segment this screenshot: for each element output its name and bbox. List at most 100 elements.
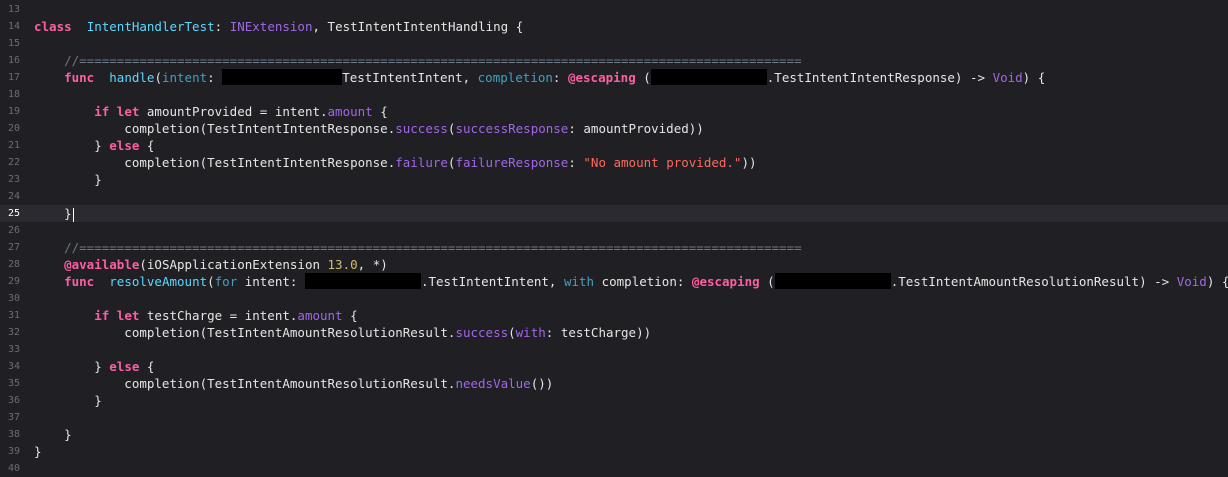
line-number: 27 (7, 242, 20, 253)
code-line[interactable]: 40 (0, 460, 1228, 477)
code-token: : testCharge)) (545, 325, 652, 340)
code-line[interactable]: 31 if let testCharge = intent.amount { (0, 307, 1228, 324)
code-token: func (64, 70, 95, 85)
line-number: 23 (7, 174, 20, 185)
code-token: ) { (1022, 70, 1046, 85)
code-token: Void (1176, 274, 1207, 289)
code-token: failureResponse (455, 155, 569, 170)
code-token: : amountProvided)) (568, 121, 704, 136)
code-token: success (395, 121, 448, 136)
code-token: intent (161, 70, 208, 85)
code-token: ( (508, 325, 516, 340)
code-line[interactable]: 16 //===================================… (0, 52, 1228, 69)
code-line[interactable]: 35 completion(TestIntentAmountResolution… (0, 375, 1228, 392)
code-line[interactable]: 18 (0, 86, 1228, 103)
code-line[interactable]: 13 (0, 1, 1228, 18)
code-token: 13.0 (327, 257, 358, 272)
redacted-block (304, 273, 421, 289)
code-token: : (207, 70, 223, 85)
code-line[interactable]: 32 completion(TestIntentAmountResolution… (0, 324, 1228, 341)
code-line[interactable]: 14 class IntentHandlerTest: INExtension, … (0, 18, 1228, 35)
redacted-block (774, 273, 891, 289)
code-line[interactable]: 38 } (0, 426, 1228, 443)
code-line[interactable]: 22 completion(TestIntentIntentResponse.f… (0, 154, 1228, 171)
line-number: 33 (7, 344, 20, 355)
code-text: //======================================… (34, 52, 802, 69)
code-line[interactable]: 15 (0, 35, 1228, 52)
code-text: @available(iOSApplicationExtension 13.0,… (34, 256, 388, 273)
code-token: @escaping (567, 70, 636, 85)
code-text: completion(TestIntentIntentResponse.succ… (34, 120, 704, 137)
code-line[interactable]: 36 } (0, 392, 1228, 409)
code-token: (iOSApplicationExtension (139, 257, 328, 272)
code-line[interactable]: 19 if let amountProvided = intent.amount… (0, 103, 1228, 120)
code-token: ( (635, 70, 651, 85)
code-token: //======================================… (64, 240, 802, 255)
code-line[interactable]: 20 completion(TestIntentIntentResponse.s… (0, 120, 1228, 137)
code-text: completion(TestIntentAmountResolutionRes… (34, 324, 651, 341)
line-number: 21 (7, 140, 20, 151)
code-text: if let testCharge = intent.amount { (34, 307, 357, 324)
line-number: 24 (7, 191, 20, 202)
code-line[interactable]: 23 } (0, 171, 1228, 188)
code-line[interactable]: 21 } else { (0, 137, 1228, 154)
code-token: ) { (1206, 274, 1228, 289)
line-number: 14 (7, 21, 20, 32)
code-line[interactable]: 26 (0, 222, 1228, 239)
code-text: } (34, 205, 74, 222)
line-number: 31 (7, 310, 20, 321)
code-token: ( (154, 70, 162, 85)
redacted-block (222, 69, 343, 85)
code-token: if let (94, 308, 140, 323)
line-number: 29 (7, 276, 20, 287)
code-token: failure (395, 155, 448, 170)
line-number: 25 (7, 208, 20, 219)
code-line[interactable]: 28 @available(iOSApplicationExtension 13… (0, 256, 1228, 273)
code-token: , TestIntentIntentHandling { (312, 19, 524, 34)
line-number: 26 (7, 225, 20, 236)
code-token: testCharge = intent. (139, 308, 298, 323)
code-token: handle (109, 70, 155, 85)
code-token: amount (297, 308, 343, 323)
code-line[interactable]: 25 } (0, 205, 1228, 222)
code-text: } (34, 443, 42, 460)
code-editor[interactable]: 13 14 class IntentHandlerTest: INExtension… (0, 0, 1228, 474)
code-token: completion(TestIntentIntentResponse. (34, 121, 396, 136)
code-token: : (214, 19, 230, 34)
code-token: TestIntentIntent, (342, 70, 478, 85)
code-token: completion(TestIntentAmountResolutionRes… (34, 376, 456, 391)
code-line[interactable]: 34 } else { (0, 358, 1228, 375)
code-token: resolveAmount (109, 274, 208, 289)
code-line[interactable]: 24 (0, 188, 1228, 205)
code-line[interactable]: 39} (0, 443, 1228, 460)
code-token: IntentHandlerTest (86, 19, 215, 34)
code-token: func (64, 274, 95, 289)
code-token: ()) (530, 376, 554, 391)
code-token: , *) (357, 257, 388, 272)
code-text: } (34, 171, 102, 188)
code-token: "No amount provided." (583, 155, 742, 170)
code-line[interactable]: 17 func handle(intent: TestIntentIntent,… (0, 69, 1228, 86)
code-line[interactable]: 30 (0, 290, 1228, 307)
code-line[interactable]: 29 func resolveAmount(for intent: .TestI… (0, 273, 1228, 290)
code-line[interactable]: 27 //===================================… (0, 239, 1228, 256)
line-number: 40 (7, 463, 20, 474)
line-number: 17 (7, 72, 20, 83)
code-token: @available (64, 257, 140, 272)
line-number: 39 (7, 446, 20, 457)
line-number: 28 (7, 259, 20, 270)
code-token: .TestIntentIntentResponse) -> (766, 70, 993, 85)
line-number: 38 (7, 429, 20, 440)
code-text: } (34, 426, 72, 443)
code-line[interactable]: 33 (0, 341, 1228, 358)
code-token: amountProvided = intent. (139, 104, 328, 119)
code-token: .TestIntentIntent, (420, 274, 564, 289)
code-line[interactable]: 37 (0, 409, 1228, 426)
line-number: 15 (7, 38, 20, 49)
